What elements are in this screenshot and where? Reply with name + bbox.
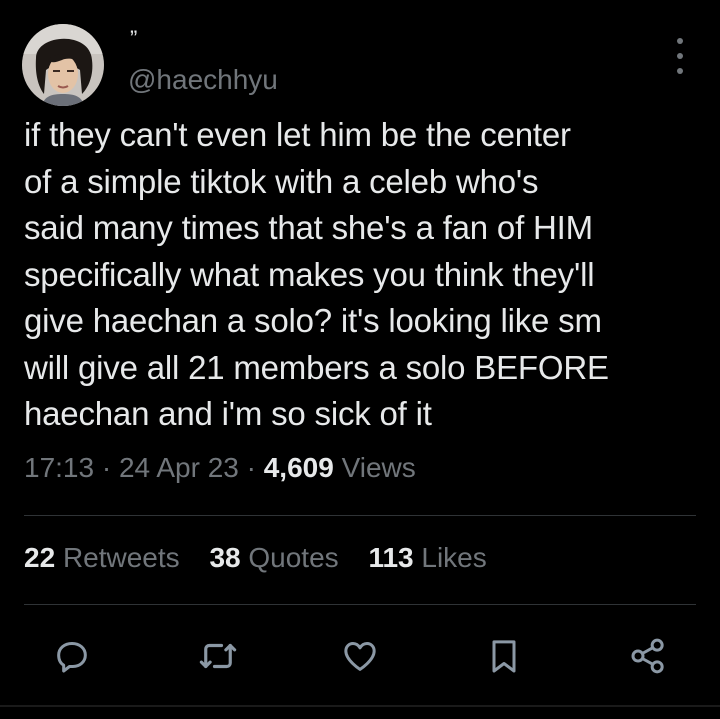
divider: [24, 515, 696, 516]
retweet-button[interactable]: [190, 628, 246, 684]
avatar[interactable]: [22, 24, 104, 106]
bookmark-button[interactable]: [476, 628, 532, 684]
retweets-count: 22: [24, 542, 56, 573]
share-button[interactable]: [620, 628, 676, 684]
views-count: 4,609: [263, 452, 334, 483]
tweet-header: ” @haechhyu: [22, 24, 698, 108]
more-dot-icon: [677, 38, 683, 44]
quotes-label: Quotes: [248, 542, 339, 573]
avatar-photo: [22, 24, 104, 106]
tweet-stats: 22 Retweets 38 Quotes 113 Likes: [24, 542, 509, 574]
quotes-count: 38: [209, 542, 241, 573]
reply-button[interactable]: [44, 628, 100, 684]
bottom-border: [0, 705, 720, 707]
heart-icon: [344, 642, 376, 671]
quotes-stat[interactable]: 38 Quotes: [209, 542, 338, 573]
meta-separator: ·: [101, 452, 112, 483]
more-dot-icon: [677, 68, 683, 74]
share-icon: [631, 638, 664, 674]
tweet-text: if they can't even let him be the center…: [24, 116, 609, 432]
divider: [24, 604, 696, 605]
retweet-icon: [199, 643, 237, 669]
user-handle[interactable]: @haechhyu: [128, 64, 278, 96]
likes-label: Likes: [421, 542, 487, 573]
tweet-meta: 17:13 · 24 Apr 23 · 4,609 Views: [24, 452, 416, 484]
views-label: Views: [341, 452, 416, 483]
likes-stat[interactable]: 113 Likes: [368, 542, 486, 573]
tweet-time[interactable]: 17:13: [24, 452, 94, 483]
more-options-button[interactable]: [670, 38, 690, 74]
meta-separator: ·: [246, 452, 256, 483]
bookmark-icon: [492, 640, 516, 673]
retweets-stat[interactable]: 22 Retweets: [24, 542, 180, 573]
reply-icon: [57, 642, 87, 673]
display-name[interactable]: ”: [130, 26, 138, 52]
like-button[interactable]: [332, 628, 388, 684]
retweets-label: Retweets: [62, 542, 180, 573]
more-dot-icon: [677, 53, 683, 59]
action-bar: [0, 628, 720, 684]
tweet-date[interactable]: 24 Apr 23: [119, 452, 239, 483]
likes-count: 113: [368, 542, 414, 573]
